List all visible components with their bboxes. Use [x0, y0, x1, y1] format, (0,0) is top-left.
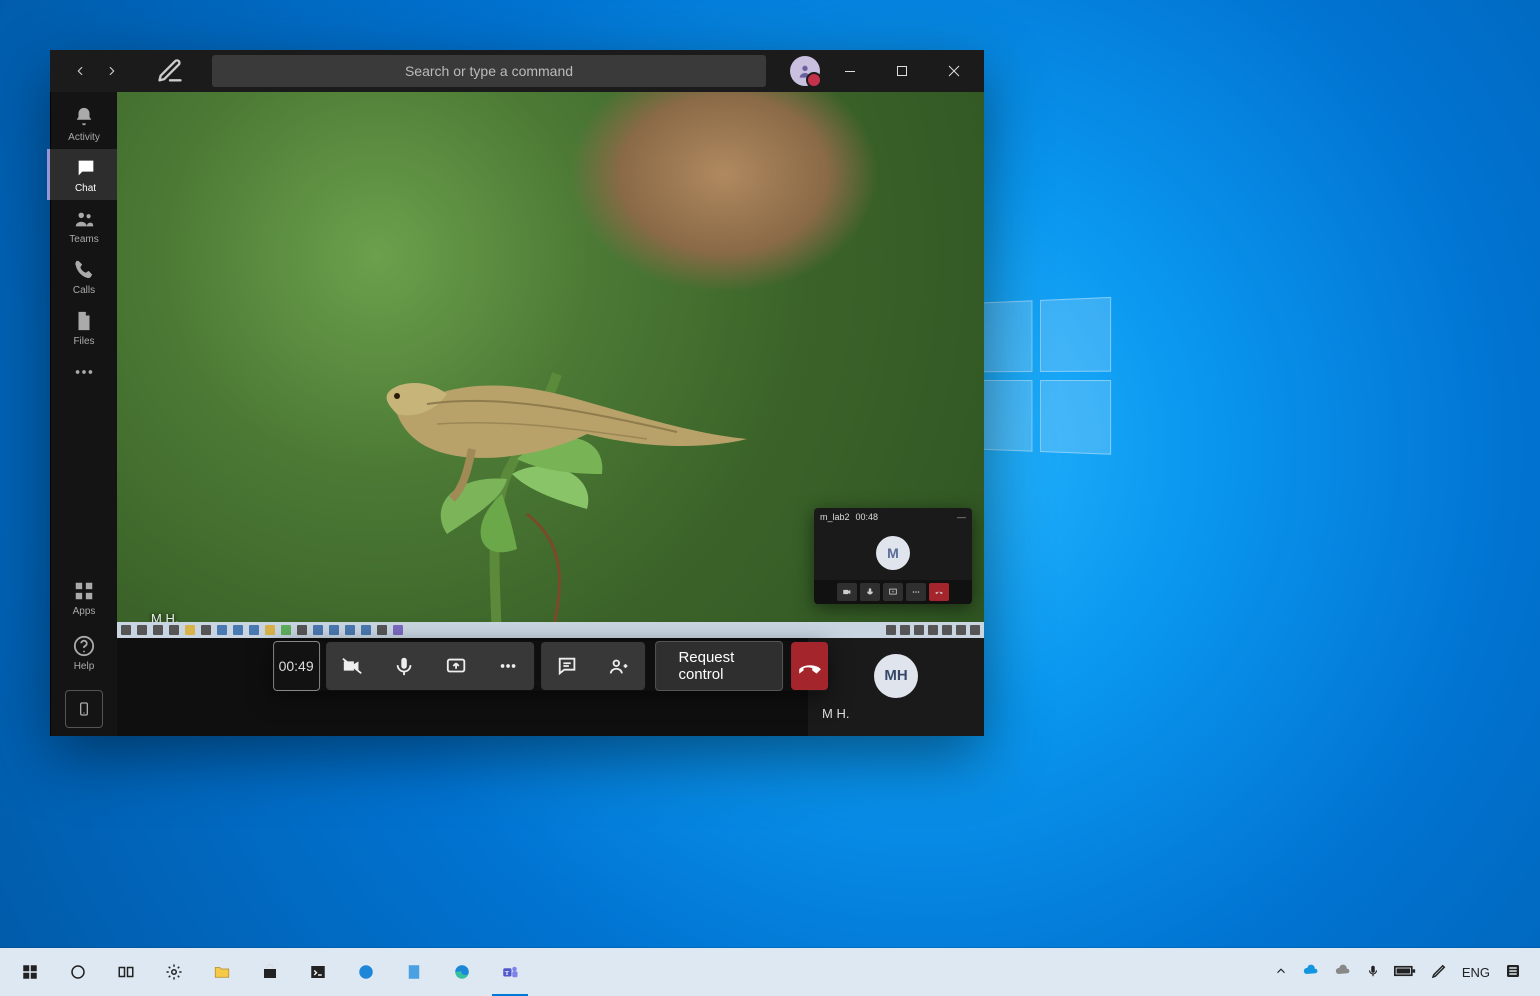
people-panel-button[interactable]	[593, 642, 645, 690]
tray-mic-icon[interactable]	[1366, 962, 1380, 983]
participant-name: M H.	[808, 706, 849, 721]
rail-more[interactable]	[51, 353, 117, 389]
rail-files[interactable]: Files	[51, 302, 117, 353]
pip-window[interactable]: m_lab2 00:48 — M	[814, 508, 972, 604]
search-input[interactable]	[212, 55, 766, 87]
rail-teams[interactable]: Teams	[51, 200, 117, 251]
camera-toggle-button[interactable]	[326, 642, 378, 690]
tray-chevron-icon[interactable]	[1274, 964, 1288, 981]
request-control-button[interactable]: Request control	[655, 641, 783, 691]
pip-minimize-icon[interactable]: —	[957, 512, 966, 522]
chat-panel-button[interactable]	[541, 642, 593, 690]
rail-chat[interactable]: Chat	[47, 149, 119, 200]
shared-screen-subject	[247, 324, 767, 638]
rail-apps[interactable]: Apps	[51, 572, 117, 623]
pip-avatar: M	[876, 536, 910, 570]
windows-logo	[967, 297, 1119, 464]
meeting-stage: M H. m_lab2 00:48 — M	[117, 92, 984, 736]
start-button[interactable]	[6, 948, 54, 996]
maximize-button[interactable]	[880, 51, 924, 91]
pip-hangup-button[interactable]	[929, 583, 949, 601]
taskbar-edge[interactable]	[438, 948, 486, 996]
rail-help[interactable]: Help	[51, 627, 117, 678]
rail-apps-label: Apps	[73, 606, 96, 617]
meeting-timer: 00:49	[273, 641, 320, 691]
participant-avatar: MH	[874, 654, 918, 698]
pip-more-button[interactable]	[906, 583, 926, 601]
search-box[interactable]	[212, 55, 762, 87]
tray-language[interactable]: ENG	[1462, 965, 1490, 980]
pip-name: m_lab2	[820, 512, 850, 522]
app-rail: Activity Chat Teams Calls Files	[50, 92, 117, 736]
teams-window: Activity Chat Teams Calls Files	[50, 50, 984, 736]
rail-chat-label: Chat	[75, 183, 96, 194]
taskbar-notes[interactable]	[390, 948, 438, 996]
taskbar-edge-legacy[interactable]	[342, 948, 390, 996]
shared-screen[interactable]: M H. m_lab2 00:48 — M	[117, 92, 984, 638]
pip-mic-button[interactable]	[860, 583, 880, 601]
windows-taskbar: T ENG	[0, 948, 1540, 996]
shared-remote-taskbar	[117, 622, 984, 638]
tray-battery-icon[interactable]	[1394, 964, 1416, 981]
desktop: Activity Chat Teams Calls Files	[0, 0, 1540, 996]
taskbar-store[interactable]	[246, 948, 294, 996]
pip-controls	[814, 580, 972, 604]
rail-files-label: Files	[73, 336, 94, 347]
request-control-label: Request control	[678, 649, 760, 683]
rail-activity-label: Activity	[68, 132, 100, 143]
forward-button[interactable]	[98, 57, 126, 85]
taskbar-terminal[interactable]	[294, 948, 342, 996]
rail-calls-label: Calls	[73, 285, 95, 296]
share-screen-button[interactable]	[430, 642, 482, 690]
pip-timer: 00:48	[856, 512, 879, 522]
taskbar-settings[interactable]	[150, 948, 198, 996]
profile-avatar[interactable]	[790, 56, 820, 86]
rail-mobile-button[interactable]	[65, 690, 103, 728]
hang-up-button[interactable]	[791, 642, 828, 690]
taskbar-explorer[interactable]	[198, 948, 246, 996]
tray-onedrive-icon[interactable]	[1302, 962, 1320, 983]
close-button[interactable]	[932, 51, 976, 91]
cortana-search-button[interactable]	[54, 948, 102, 996]
svg-text:T: T	[505, 970, 510, 977]
pip-header: m_lab2 00:48 —	[814, 508, 972, 526]
minimize-button[interactable]	[828, 51, 872, 91]
rail-teams-label: Teams	[69, 234, 98, 245]
rail-calls[interactable]: Calls	[51, 251, 117, 302]
teams-titlebar	[50, 50, 984, 92]
presence-busy-icon	[806, 72, 822, 88]
new-chat-button[interactable]	[156, 57, 184, 85]
participant-tile[interactable]: MH M H.	[808, 638, 984, 736]
tray-ime-icon[interactable]	[1504, 962, 1522, 983]
task-view-button[interactable]	[102, 948, 150, 996]
pip-camera-button[interactable]	[837, 583, 857, 601]
tray-weather-icon[interactable]	[1334, 962, 1352, 983]
taskbar-teams[interactable]: T	[486, 948, 534, 996]
more-actions-button[interactable]	[482, 642, 534, 690]
tray-ink-icon[interactable]	[1430, 962, 1448, 983]
rail-activity[interactable]: Activity	[51, 98, 117, 149]
pip-share-button[interactable]	[883, 583, 903, 601]
mic-toggle-button[interactable]	[378, 642, 430, 690]
rail-help-label: Help	[74, 661, 95, 672]
meeting-control-bar: 00:49	[273, 641, 829, 691]
back-button[interactable]	[66, 57, 94, 85]
